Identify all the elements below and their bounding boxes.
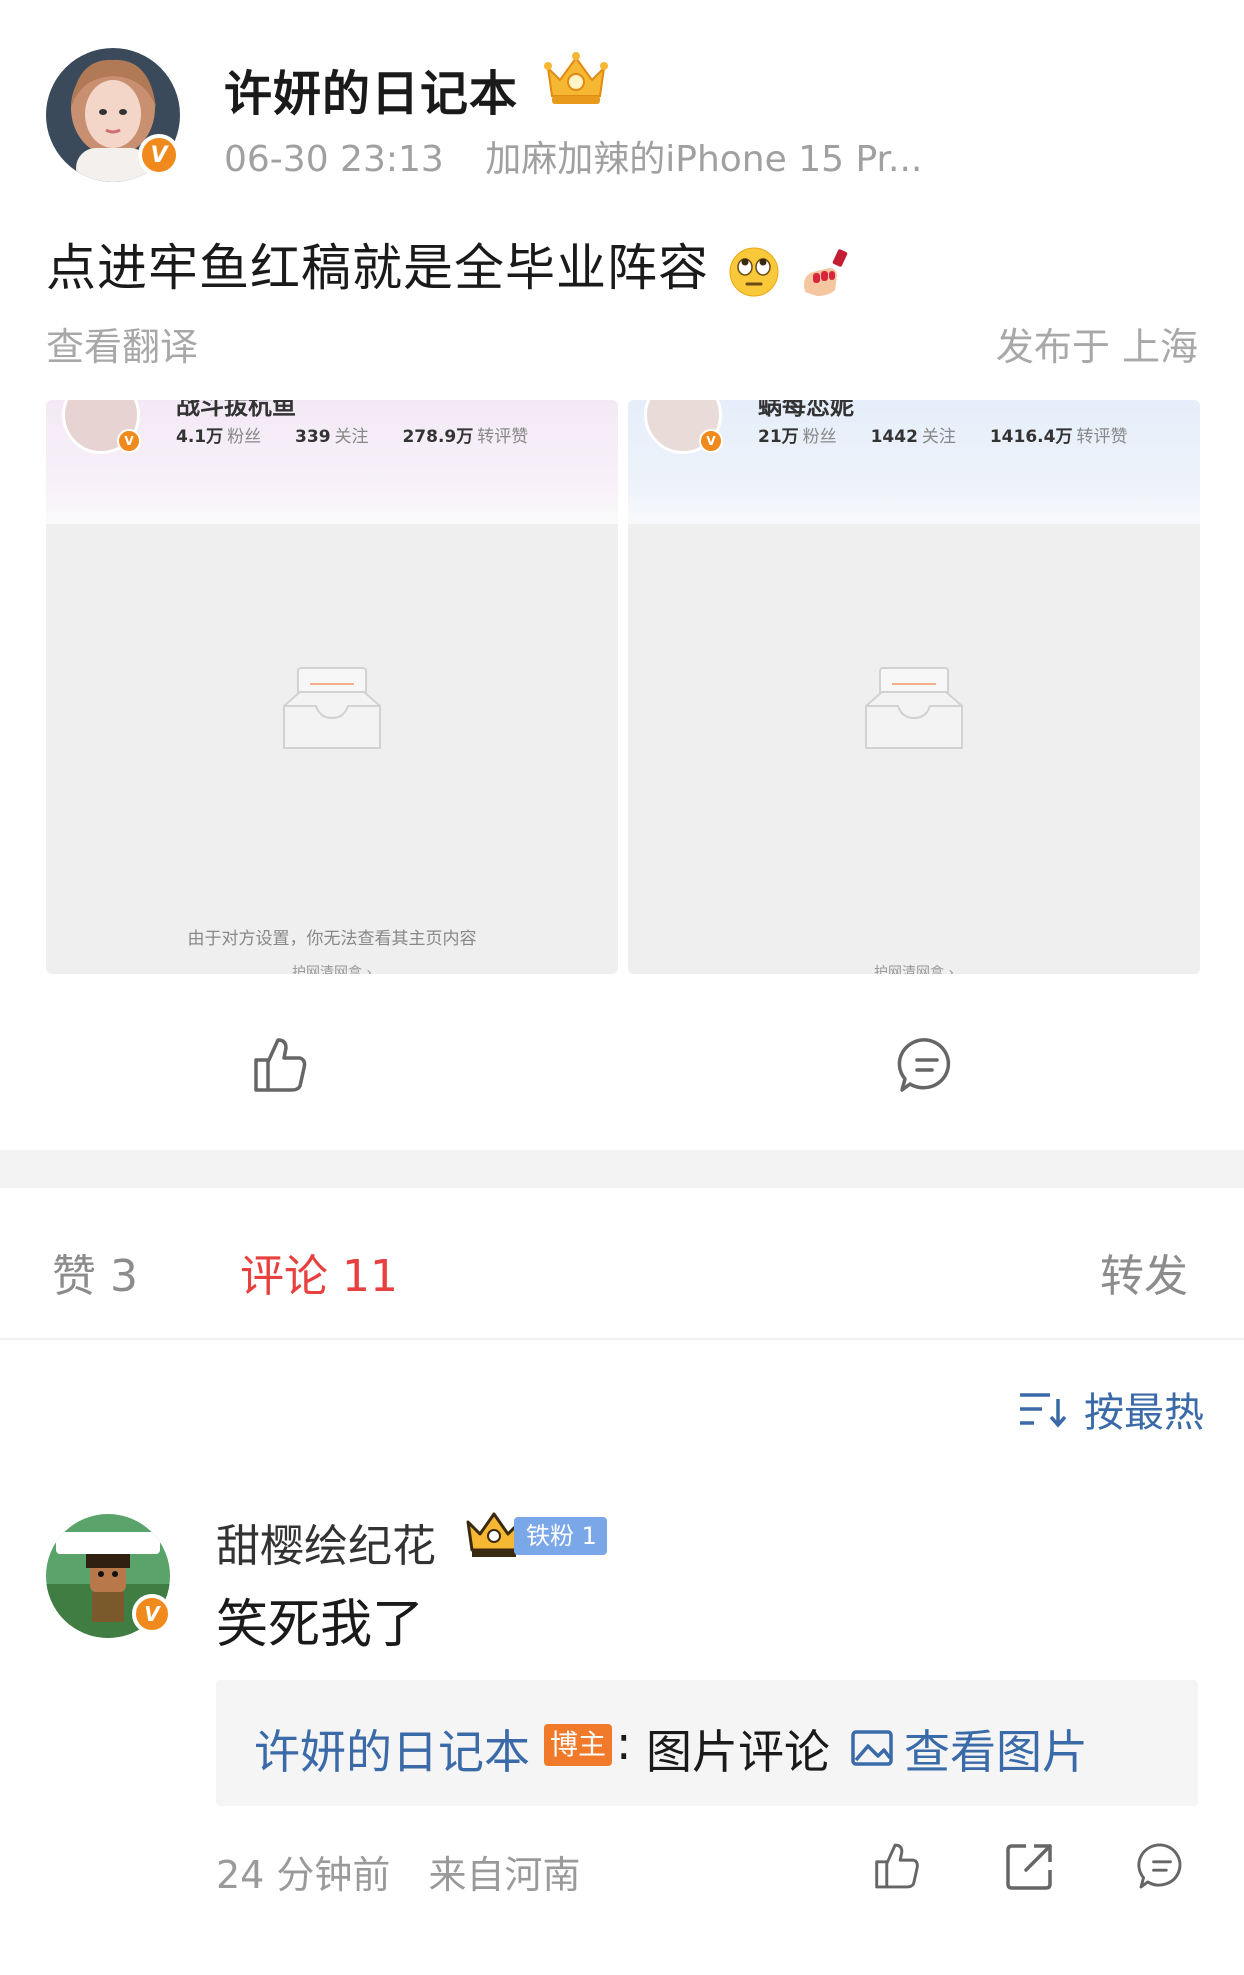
comment-meta: 24 分钟前 来自河南 bbox=[216, 1844, 581, 1899]
reply-box[interactable]: 许妍的日记本 博主 : 图片评论 查看图片 bbox=[216, 1680, 1198, 1806]
sort-label: 按最热 bbox=[1084, 1390, 1204, 1436]
tab-comments[interactable]: 评论 11 bbox=[240, 1240, 398, 1304]
card-name: 战斗拔杭鱼 bbox=[176, 400, 296, 420]
card-header: V 蜗每恋妮 21万 粉丝 1442 关注 1416.4万 转评赞 bbox=[628, 400, 1200, 524]
card-stats: 21万 粉丝 1442 关注 1416.4万 转评赞 bbox=[758, 422, 1155, 447]
post-action-bar bbox=[0, 1010, 1244, 1120]
sort-icon bbox=[1020, 1393, 1067, 1428]
card-following-label: 关注 bbox=[334, 427, 369, 447]
verified-badge-icon: V bbox=[138, 134, 180, 176]
interaction-tabs: 赞 3 评论 11 转发 bbox=[0, 1188, 1244, 1338]
author-name[interactable]: 许妍的日记本 bbox=[224, 54, 518, 124]
empty-inbox-icon bbox=[283, 667, 381, 749]
card-link[interactable]: 护网清网盒 › bbox=[628, 962, 1200, 974]
share-icon[interactable] bbox=[1004, 1840, 1056, 1892]
translate-link[interactable]: 查看翻译 bbox=[46, 316, 198, 371]
card-message: 由于对方设置，你无法查看其主页内容 bbox=[187, 929, 477, 949]
card-following-label: 关注 bbox=[921, 427, 956, 447]
post-location: 发布于 上海 bbox=[995, 325, 1198, 369]
reply-author[interactable]: 许妍的日记本 bbox=[254, 1716, 530, 1782]
blogger-tag: 博主 bbox=[544, 1724, 613, 1766]
card-fans: 21万 bbox=[758, 427, 799, 447]
profile-card-right[interactable]: V 蜗每恋妮 21万 粉丝 1442 关注 1416.4万 转评赞 护网清网盒 › bbox=[628, 400, 1200, 974]
post-header: V 许妍的日记本 06-30 23:13 加麻加辣的iPhone 15 Pr..… bbox=[46, 48, 1196, 188]
like-icon[interactable] bbox=[248, 1034, 310, 1096]
card-avatar: V bbox=[644, 400, 723, 454]
profile-card-left[interactable]: V 战斗拔杭鱼 4.1万 粉丝 339 关注 278.9万 转评赞 由于对方设置，你无… bbox=[46, 400, 618, 974]
card-following: 1442 bbox=[870, 427, 918, 447]
card-likes-label: 转评赞 bbox=[477, 427, 529, 447]
comment-icon[interactable] bbox=[896, 1034, 958, 1096]
card-fans-label: 粉丝 bbox=[802, 427, 837, 447]
author-avatar[interactable]: V bbox=[46, 48, 180, 182]
card-following: 339 bbox=[295, 427, 331, 447]
comment-text: 笑死我了 bbox=[216, 1595, 425, 1655]
verified-badge-icon: V bbox=[117, 429, 141, 453]
tabs-divider bbox=[0, 1338, 1244, 1340]
tab-likes[interactable]: 赞 3 bbox=[52, 1240, 138, 1304]
post-text: 点进牢鱼红稿就是全毕业阵容 bbox=[46, 228, 851, 300]
crown-icon bbox=[544, 52, 608, 104]
reply-colon: : bbox=[616, 1716, 632, 1770]
image-icon bbox=[851, 1730, 893, 1766]
card-stats: 4.1万 粉丝 339 关注 278.9万 转评赞 bbox=[176, 422, 556, 447]
reply-text: 图片评论 bbox=[646, 1725, 830, 1779]
tab-reposts[interactable]: 转发 bbox=[1100, 1240, 1188, 1304]
card-likes: 1416.4万 bbox=[989, 427, 1073, 447]
nail-polish-emoji-icon bbox=[803, 248, 848, 296]
comment-time: 24 分钟前 bbox=[216, 1853, 391, 1897]
post-time: 06-30 23:13 bbox=[224, 139, 444, 180]
eye-roll-emoji-icon bbox=[729, 247, 779, 296]
commenter-avatar[interactable]: V bbox=[46, 1514, 172, 1638]
card-avatar: V bbox=[62, 400, 141, 454]
post-text-content: 点进牢鱼红稿就是全毕业阵容 bbox=[46, 239, 709, 297]
post-device: 加麻加辣的iPhone 15 Pr... bbox=[485, 139, 923, 180]
card-link[interactable]: 护网清网盒 › bbox=[46, 962, 618, 974]
comment-location: 来自河南 bbox=[428, 1853, 581, 1897]
post-meta: 06-30 23:13 加麻加辣的iPhone 15 Pr... bbox=[224, 130, 922, 182]
empty-inbox-icon bbox=[865, 667, 963, 749]
card-name: 蜗每恋妮 bbox=[758, 400, 854, 420]
card-likes: 278.9万 bbox=[402, 427, 474, 447]
section-divider bbox=[0, 1150, 1244, 1188]
view-image-link[interactable]: 查看图片 bbox=[904, 1716, 1088, 1782]
commenter-name[interactable]: 甜樱绘纪花 bbox=[216, 1510, 436, 1574]
card-fans-label: 粉丝 bbox=[227, 427, 262, 447]
sort-button[interactable]: 按最热 bbox=[1018, 1380, 1204, 1438]
verified-badge-icon: V bbox=[699, 429, 723, 453]
reply-icon[interactable] bbox=[1136, 1840, 1188, 1892]
card-header: V 战斗拔杭鱼 4.1万 粉丝 339 关注 278.9万 转评赞 bbox=[46, 400, 618, 524]
card-likes-label: 转评赞 bbox=[1076, 427, 1128, 447]
card-fans: 4.1万 bbox=[176, 427, 224, 447]
fan-level-badge: 铁粉 1 bbox=[514, 1517, 607, 1555]
verified-badge-icon: V bbox=[132, 1594, 172, 1634]
comment-like-icon[interactable] bbox=[870, 1840, 922, 1892]
